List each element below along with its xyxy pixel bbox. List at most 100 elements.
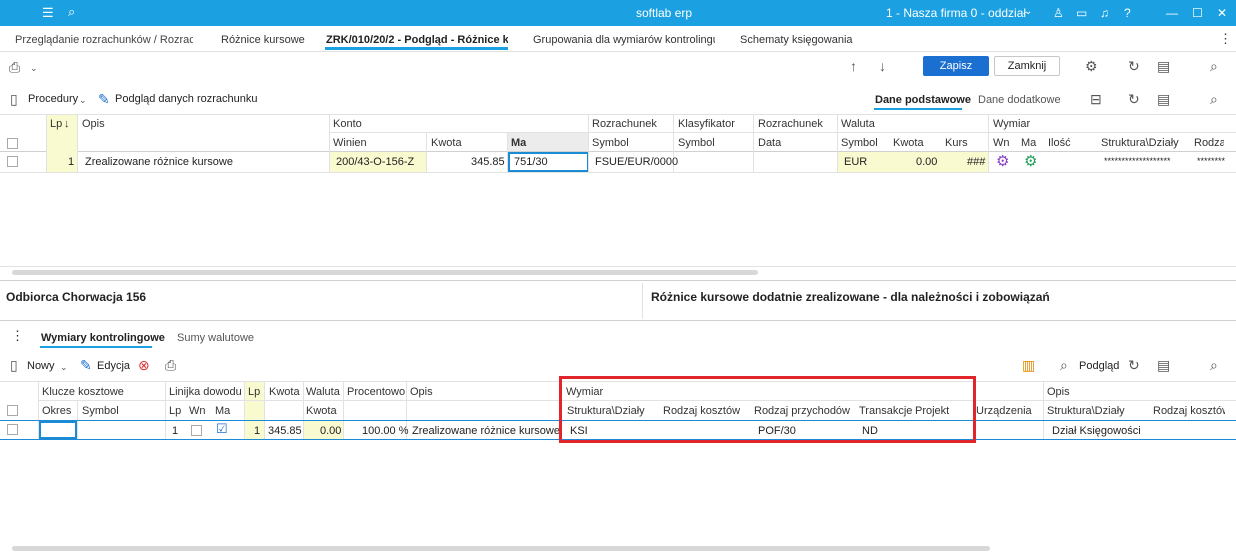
chevron-down-icon[interactable]: ⌄ [79, 93, 87, 107]
export-icon[interactable]: ▤ [1157, 59, 1170, 73]
col-linijka[interactable]: Linijka dowodu [169, 386, 242, 398]
col-waluta-kwota[interactable]: Kwota [893, 137, 924, 149]
col-opis2[interactable]: Opis [1047, 386, 1070, 398]
settings-icon[interactable]: ⚙ [1085, 59, 1098, 73]
col-lp[interactable]: Lp [248, 386, 260, 398]
col-wn[interactable]: Wn [189, 405, 206, 417]
col-lp[interactable]: Lp [50, 118, 62, 130]
chevron-down-icon[interactable]: ⌄ [60, 360, 68, 374]
col-klucze[interactable]: Klucze kosztowe [42, 386, 124, 398]
col-waluta[interactable]: Waluta [306, 386, 340, 398]
procedures-menu[interactable]: Procedury [28, 93, 78, 105]
okres-cell[interactable] [39, 421, 77, 439]
delete-icon[interactable]: ⊗ [138, 358, 150, 372]
col-struktura[interactable]: Struktura\Działy [1101, 137, 1179, 149]
col-waluta-kwota[interactable]: Kwota [306, 405, 337, 417]
col-okres[interactable]: Okres [42, 405, 71, 417]
col-wymiar[interactable]: Wymiar [993, 118, 1030, 130]
col-linijka-lp[interactable]: Lp [169, 405, 181, 417]
gear-icon[interactable]: ⚙ [996, 152, 1009, 170]
help-icon[interactable]: ? [1124, 6, 1131, 20]
chevron-down-icon[interactable]: ⌄ [1024, 6, 1032, 17]
search-filter-icon[interactable]: ⌕ [1210, 59, 1218, 73]
col-rozrachunek-data[interactable]: Rozrachunek [758, 118, 823, 130]
col-symbol[interactable]: Symbol [592, 137, 629, 149]
col-waluta-symbol[interactable]: Symbol [841, 137, 878, 149]
more-icon[interactable]: ⋮ [11, 328, 24, 344]
new-button[interactable]: Nowy [27, 360, 55, 372]
tab-extra-data[interactable]: Dane dodatkowe [978, 94, 1061, 106]
refresh-icon[interactable]: ↻ [1128, 358, 1140, 372]
col-ilosc[interactable]: Ilość [1048, 137, 1071, 149]
row-checkbox[interactable] [7, 424, 18, 435]
col-winien[interactable]: Winien [333, 137, 367, 149]
col-rodzaj[interactable]: Rodza [1194, 137, 1224, 149]
more-icon[interactable]: ⋮ [1219, 31, 1232, 47]
search-icon[interactable]: ⌕ [68, 4, 75, 20]
col-data[interactable]: Data [758, 137, 781, 149]
chart-icon[interactable]: ▥ [1022, 358, 1035, 372]
col-wn[interactable]: Wn [993, 137, 1010, 149]
ma-checkbox[interactable]: ☑ [216, 421, 228, 437]
col-klasyfikator[interactable]: Klasyfikator [678, 118, 735, 130]
preview-button[interactable]: Podgląd [1079, 360, 1119, 372]
col-ma[interactable]: Ma [215, 405, 230, 417]
row-winien[interactable]: 200/43-O-156-Z [336, 156, 414, 168]
tab-schematy[interactable]: Schematy księgowania [740, 34, 853, 46]
chevron-down-icon[interactable]: ⌄ [30, 61, 38, 75]
bell-icon[interactable]: ♫ [1100, 6, 1109, 20]
col-procentowo[interactable]: Procentowo [347, 386, 405, 398]
col-konto[interactable]: Konto [333, 118, 362, 130]
company-selector[interactable]: 1 - Nasza firma 0 - oddział [886, 6, 1026, 20]
horizontal-scrollbar[interactable] [12, 546, 990, 551]
chat-icon[interactable]: ▭ [1076, 6, 1087, 20]
search-filter-icon[interactable]: ⌕ [1210, 92, 1218, 106]
minimize-icon[interactable]: — [1166, 6, 1178, 20]
printer-icon[interactable]: ⎙ [9, 60, 20, 74]
col-kwota[interactable]: Kwota [269, 386, 300, 398]
tab-grupowania[interactable]: Grupowania dla wymiarów kontrolingu [533, 34, 715, 46]
tab-przegladanie[interactable]: Przeglądanie rozrachunków / Rozrachu [15, 34, 193, 46]
save-button[interactable]: Zapisz [923, 56, 989, 76]
col-klasyfikator-symbol[interactable]: Symbol [678, 137, 715, 149]
printer-icon[interactable]: ⎙ [165, 358, 176, 372]
col-kwota[interactable]: Kwota [431, 137, 462, 149]
col-struktura2[interactable]: Struktura\Działy [1047, 405, 1125, 417]
menu-icon[interactable]: ☰ [42, 5, 54, 21]
tab-roznice[interactable]: Różnice kursowe [221, 34, 305, 46]
arrow-down-icon[interactable]: ↓ [879, 59, 886, 73]
tab-basic-data[interactable]: Dane podstawowe [875, 94, 971, 106]
col-waluta[interactable]: Waluta [841, 118, 875, 130]
col-urzadzenia[interactable]: Urządzenia [976, 405, 1032, 417]
close-icon[interactable]: ✕ [1217, 6, 1227, 20]
wn-checkbox[interactable] [191, 425, 202, 436]
refresh-icon[interactable]: ↻ [1128, 92, 1140, 106]
row-checkbox[interactable] [7, 156, 18, 167]
col-ma[interactable]: Ma [511, 137, 526, 149]
select-all-checkbox[interactable] [7, 138, 18, 149]
edit-button[interactable]: Edycja [97, 360, 130, 372]
col-symbol[interactable]: Symbol [82, 405, 119, 417]
user-icon[interactable]: ♙ [1053, 6, 1064, 20]
tab-wymiary[interactable]: Wymiary kontrolingowe [41, 332, 165, 344]
select-all-checkbox[interactable] [7, 405, 18, 416]
close-button[interactable]: Zamknij [994, 56, 1060, 76]
preview-settlement-button[interactable]: Podgląd danych rozrachunku [115, 93, 257, 105]
horizontal-scrollbar[interactable] [12, 270, 758, 275]
tab-podglad[interactable]: ZRK/010/20/2 - Podgląd - Różnice ku [326, 34, 508, 46]
export-icon[interactable]: ▤ [1157, 92, 1170, 106]
gear-icon[interactable]: ⚙ [1024, 152, 1037, 170]
col-opis[interactable]: Opis [82, 118, 105, 130]
col-wymiar-ma[interactable]: Ma [1021, 137, 1036, 149]
sort-arrow-icon[interactable]: ↓ [64, 118, 70, 130]
refresh-icon[interactable]: ↻ [1128, 59, 1140, 73]
layout-icon[interactable]: ⊟ [1090, 92, 1102, 106]
col-opis[interactable]: Opis [410, 386, 433, 398]
row-ma[interactable]: 751/30 [514, 156, 548, 168]
col-rozrachunek[interactable]: Rozrachunek [592, 118, 657, 130]
maximize-icon[interactable]: ☐ [1192, 6, 1203, 20]
arrow-up-icon[interactable]: ↑ [850, 59, 857, 73]
tab-sumy[interactable]: Sumy walutowe [177, 332, 254, 344]
export-icon[interactable]: ▤ [1157, 358, 1170, 372]
search-filter-icon[interactable]: ⌕ [1210, 358, 1218, 372]
